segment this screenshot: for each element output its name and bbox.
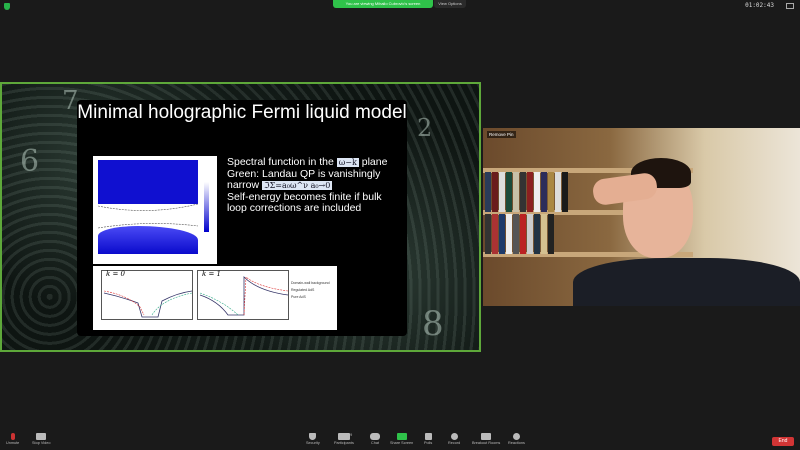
breakout-rooms-button[interactable]: Breakout Rooms: [472, 433, 500, 445]
legend-item: Domain-wall background: [291, 281, 330, 285]
view-options-button[interactable]: View Options: [434, 0, 466, 8]
gallery-view-icon[interactable]: [786, 3, 794, 9]
bullet-2-math: ℑΣ=a₀ω^ν a₀→0: [262, 181, 333, 190]
legend-item: Pure AdS: [291, 295, 306, 299]
plot-panel-k1: k = 1: [197, 270, 289, 320]
presentation-slide: Minimal holographic Fermi liquid model S…: [77, 100, 407, 336]
bullet-1-text: Spectral function in the: [227, 156, 334, 168]
panel-2-curves: [199, 276, 289, 316]
bg-glyph: 2: [417, 114, 433, 142]
participants-button[interactable]: Participants 19: [334, 433, 354, 445]
security-button[interactable]: Security: [306, 433, 320, 445]
bg-glyph: 8: [422, 304, 444, 344]
stop-video-button[interactable]: Stop Video: [32, 433, 51, 445]
video-camera-icon: [36, 433, 47, 440]
meeting-toolbar: Unmute Stop Video Security Participants …: [0, 432, 800, 450]
self-energy-plot: k = 0 k = 1 Domain-wall background Regul…: [93, 266, 337, 330]
remove-pin-button[interactable]: Remove Pin: [487, 131, 516, 138]
bullet-2: Green: Landau QP is vanishingly narrow ℑ…: [227, 168, 402, 192]
share-screen-icon: [396, 433, 407, 440]
slide-title: Minimal holographic Fermi liquid model: [77, 102, 407, 123]
plot-panel-k0: k = 0: [101, 270, 193, 320]
plot-legend: Domain-wall background Regulated AdS Pur…: [291, 280, 330, 301]
panel-1-label: k = 0: [106, 270, 126, 278]
record-button[interactable]: Record: [448, 433, 460, 445]
breakout-rooms-icon: [481, 433, 492, 440]
unmute-button[interactable]: Unmute: [6, 433, 19, 445]
shield-icon: [309, 433, 317, 440]
participant-video[interactable]: [483, 128, 800, 306]
bg-glyph: 6: [20, 144, 40, 179]
bullet-3: Self-energy becomes finite if bulk loop …: [227, 190, 382, 214]
bullet-1-math: ω−k: [336, 158, 359, 167]
chat-bubble-icon: [370, 433, 380, 440]
reactions-button[interactable]: Reactions: [508, 433, 525, 445]
chat-button[interactable]: Chat: [370, 433, 380, 445]
shared-screen: 7 6 8 2 Minimal holographic Fermi liquid…: [0, 82, 481, 352]
meeting-timer: 01:02:43: [745, 2, 774, 9]
panel-1-curves: [103, 290, 193, 318]
spectral-function-plot: [93, 156, 217, 264]
polls-button[interactable]: Polls: [424, 433, 432, 445]
viewing-banner: You are viewing Mihailo Cubrovic's scree…: [333, 0, 433, 8]
legend-item: Regulated AdS: [291, 288, 315, 292]
participant: [573, 158, 800, 306]
participants-count: 19: [348, 433, 353, 437]
participant-shirt: [573, 258, 800, 306]
polls-icon: [424, 433, 432, 440]
share-screen-button[interactable]: Share Screen: [390, 433, 413, 445]
microphone-muted-icon: [10, 433, 15, 440]
record-icon: [450, 433, 458, 440]
panel-2-label: k = 1: [202, 270, 222, 278]
slide-bullets: Spectral function in the ω−k plane Green…: [227, 156, 402, 215]
bullet-1-suffix: plane: [361, 156, 388, 168]
end-meeting-button[interactable]: End: [772, 437, 794, 446]
plot-dashed-lines: [97, 203, 199, 229]
smiley-icon: [512, 433, 520, 440]
security-shield-icon[interactable]: [4, 3, 10, 10]
